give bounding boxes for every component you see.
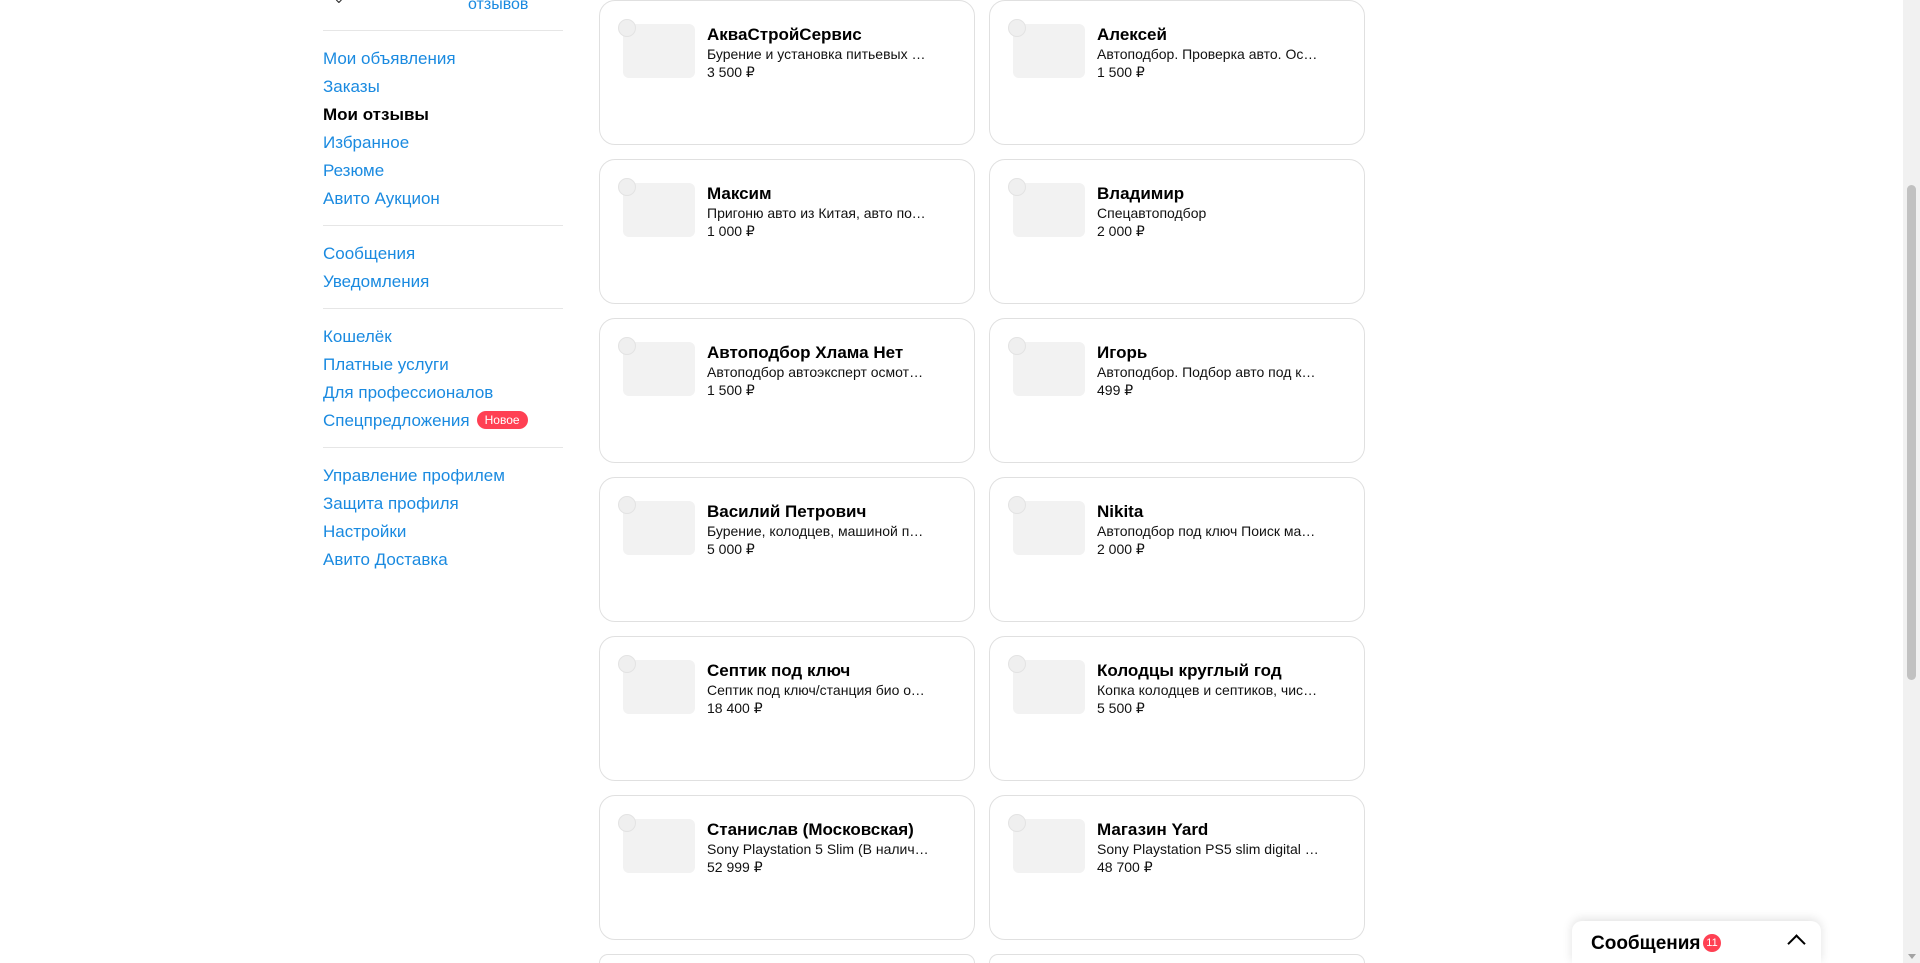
card-title: Алексей: [1097, 25, 1167, 44]
card-title: Автоподбор Хлама Нет: [707, 343, 904, 362]
card-price: 18 400 ₽: [707, 700, 763, 716]
unread-count-badge: 11: [1703, 934, 1721, 952]
card-select-radio[interactable]: [618, 337, 636, 355]
card-title: Василий Петрович: [707, 502, 867, 521]
review-card[interactable]: Септик под ключ Септик под ключ/станция …: [599, 636, 975, 781]
card-title: Септик под ключ: [707, 661, 851, 680]
sidebar-item-orders[interactable]: Заказы: [323, 73, 563, 101]
sidebar-item-settings[interactable]: Настройки: [323, 518, 563, 546]
sidebar-group-messages: Сообщения Уведомления: [323, 226, 563, 308]
card-title: Игорь: [1097, 343, 1148, 362]
card-select-radio[interactable]: [618, 178, 636, 196]
sidebar-item-profile-management[interactable]: Управление профилем: [323, 462, 563, 490]
card-select-radio[interactable]: [1008, 496, 1026, 514]
review-card[interactable]: Максим Пригоню авто из Китая, авто под з…: [599, 159, 975, 304]
card-price: 1 500 ₽: [1097, 64, 1145, 80]
card-price: 5 000 ₽: [707, 541, 755, 557]
scrollbar[interactable]: [1903, 0, 1920, 963]
reviews-count-link[interactable]: отзывов: [468, 0, 528, 14]
card-select-radio[interactable]: [1008, 814, 1026, 832]
sidebar-item-delivery[interactable]: Авито Доставка: [323, 546, 563, 574]
sidebar: ⌄ отзывов Мои объявления Заказы Мои отзы…: [323, 0, 563, 586]
messages-widget-label: Сообщения: [1591, 933, 1701, 954]
card-description: Бурение, колодцев, машиной под ключ: [707, 523, 929, 539]
sidebar-item-special-offers-row: Спецпредложения Новое: [323, 407, 563, 435]
review-card[interactable]: Nikita Автоподбор под ключ Поиск машины …: [989, 477, 1365, 622]
review-card-partial[interactable]: [989, 954, 1365, 963]
review-card[interactable]: Станислав (Московская) Sony Playstation …: [599, 795, 975, 940]
review-card[interactable]: Колодцы круглый год Копка колодцев и сеп…: [989, 636, 1365, 781]
card-title: Владимир: [1097, 184, 1185, 203]
card-price: 5 500 ₽: [1097, 700, 1145, 716]
sidebar-item-auction[interactable]: Авито Аукцион: [323, 185, 563, 213]
card-description: Септик под ключ/станция био очистки: [707, 682, 929, 698]
sidebar-item-paid-services[interactable]: Платные услуги: [323, 351, 563, 379]
card-description: Автоподбор. Проверка авто. Осмотр авто: [1097, 46, 1319, 62]
card-select-radio[interactable]: [1008, 337, 1026, 355]
sidebar-group-finance: Кошелёк Платные услуги Для профессионало…: [323, 309, 563, 447]
card-price: 2 000 ₽: [1097, 223, 1145, 239]
chevron-up-icon[interactable]: [1787, 934, 1806, 953]
card-price: 1 000 ₽: [707, 223, 755, 239]
card-price: 1 500 ₽: [707, 382, 755, 398]
card-title: Nikita: [1097, 502, 1144, 521]
review-card[interactable]: Алексей Автоподбор. Проверка авто. Осмот…: [989, 0, 1365, 145]
review-card[interactable]: Игорь Автоподбор. Подбор авто под ключ 4…: [989, 318, 1365, 463]
sidebar-group-profile: Управление профилем Защита профиля Настр…: [323, 448, 563, 586]
card-description: Копка колодцев и септиков, чистка: [1097, 682, 1319, 698]
card-select-radio[interactable]: [618, 655, 636, 673]
card-select-radio[interactable]: [618, 496, 636, 514]
card-title: Колодцы круглый год: [1097, 661, 1282, 680]
card-title: Магазин Yard: [1097, 820, 1209, 839]
card-select-radio[interactable]: [1008, 19, 1026, 37]
sidebar-item-resume[interactable]: Резюме: [323, 157, 563, 185]
review-card[interactable]: Владимир Спецавтоподбор 2 000 ₽: [989, 159, 1365, 304]
review-card[interactable]: Магазин Yard Sony Playstation PS5 slim d…: [989, 795, 1365, 940]
scroll-down-arrow-icon[interactable]: [1908, 954, 1916, 959]
card-select-radio[interactable]: [618, 814, 636, 832]
card-price: 52 999 ₽: [707, 859, 763, 875]
card-description: Sony Playstation 5 Slim (В наличии): [707, 841, 929, 857]
review-card[interactable]: Автоподбор Хлама Нет Автоподбор автоэксп…: [599, 318, 975, 463]
sidebar-item-my-reviews[interactable]: Мои отзывы: [323, 101, 563, 129]
sidebar-item-my-ads[interactable]: Мои объявления: [323, 45, 563, 73]
review-card[interactable]: Василий Петрович Бурение, колодцев, маши…: [599, 477, 975, 622]
card-price: 3 500 ₽: [707, 64, 755, 80]
sidebar-item-notifications[interactable]: Уведомления: [323, 268, 563, 296]
card-description: Пригоню авто из Китая, авто под заказ: [707, 205, 929, 221]
review-card[interactable]: АкваСтройСервис Бурение и установка пить…: [599, 0, 975, 145]
sidebar-item-wallet[interactable]: Кошелёк: [323, 323, 563, 351]
card-price: 48 700 ₽: [1097, 859, 1153, 875]
sidebar-item-for-pros[interactable]: Для профессионалов: [323, 379, 563, 407]
sidebar-item-favorites[interactable]: Избранное: [323, 129, 563, 157]
review-card-partial[interactable]: [599, 954, 975, 963]
card-description: Автоподбор под ключ Поиск машины: [1097, 523, 1319, 539]
chevron-icon: ⌄: [333, 0, 345, 7]
sidebar-item-messages[interactable]: Сообщения: [323, 240, 563, 268]
scrollbar-thumb[interactable]: [1907, 185, 1916, 680]
card-price: 499 ₽: [1097, 382, 1134, 398]
sidebar-item-profile-protection[interactable]: Защита профиля: [323, 490, 563, 518]
card-description: Автоподбор. Подбор авто под ключ: [1097, 364, 1319, 380]
card-select-radio[interactable]: [1008, 178, 1026, 196]
card-title: Максим: [707, 184, 772, 203]
card-price: 2 000 ₽: [1097, 541, 1145, 557]
card-description: Бурение и установка питьевых скважин: [707, 46, 929, 62]
card-select-radio[interactable]: [1008, 655, 1026, 673]
card-title: Станислав (Московская): [707, 820, 914, 839]
card-description: Автоподбор автоэксперт осмотр авто: [707, 364, 929, 380]
messages-widget[interactable]: Сообщения 11: [1572, 921, 1821, 963]
sidebar-top: ⌄ отзывов: [323, 0, 563, 30]
sidebar-group-main: Мои объявления Заказы Мои отзывы Избранн…: [323, 31, 563, 225]
card-select-radio[interactable]: [618, 19, 636, 37]
new-badge: Новое: [476, 411, 528, 429]
card-description: Sony Playstation PS5 slim digital editio…: [1097, 841, 1319, 857]
card-description: Спецавтоподбор: [1097, 205, 1207, 221]
sidebar-item-special-offers[interactable]: Спецпредложения: [323, 411, 470, 430]
card-title: АкваСтройСервис: [707, 25, 862, 44]
